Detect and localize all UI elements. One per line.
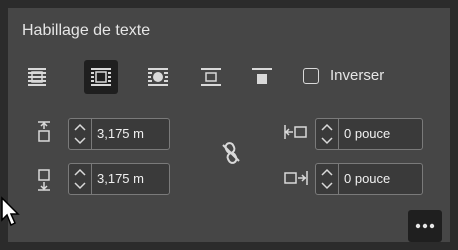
wrap-around-bounding-box-button[interactable] — [84, 60, 118, 94]
top-offset-icon — [38, 121, 50, 142]
stepper-arrows-icon — [321, 168, 333, 190]
top-offset-stepper[interactable] — [69, 119, 92, 149]
more-options-icon — [415, 223, 435, 229]
left-offset-icon — [284, 125, 307, 139]
left-offset-field[interactable]: 0 pouce — [315, 118, 423, 150]
make-all-settings-same-button[interactable] — [218, 140, 244, 166]
bottom-offset-icon — [38, 169, 50, 191]
left-offset-stepper[interactable] — [316, 119, 339, 149]
jump-object-button[interactable] — [194, 60, 228, 94]
jump-to-next-column-icon — [252, 68, 272, 84]
stepper-arrows-icon — [321, 123, 333, 145]
unlink-offsets-icon — [222, 142, 240, 164]
bottom-offset-value: 3,175 m — [97, 171, 144, 186]
mouse-cursor-icon — [1, 196, 20, 227]
top-offset-field[interactable]: 3,175 m — [68, 118, 170, 150]
right-offset-field[interactable]: 0 pouce — [315, 163, 423, 195]
wrap-around-object-shape-icon — [148, 68, 168, 86]
panel-gap-right — [450, 0, 458, 250]
stepper-arrows-icon — [74, 123, 86, 145]
wrap-around-object-shape-button[interactable] — [141, 60, 175, 94]
more-options-button[interactable] — [408, 210, 442, 242]
right-offset-value: 0 pouce — [344, 171, 391, 186]
bottom-offset-field[interactable]: 3,175 m — [68, 163, 170, 195]
wrap-around-bounding-box-icon — [91, 68, 111, 86]
bottom-offset-stepper[interactable] — [69, 164, 92, 194]
invert-label: Inverser — [330, 67, 385, 84]
jump-to-next-column-button[interactable] — [245, 60, 279, 94]
invert-checkbox[interactable] — [303, 68, 319, 84]
panel-gap-top — [0, 0, 458, 8]
panel-gap-bottom — [0, 242, 458, 250]
stepper-arrows-icon — [74, 168, 86, 190]
left-offset-value: 0 pouce — [344, 126, 391, 141]
panel-title: Habillage de texte — [22, 22, 151, 39]
right-offset-icon — [284, 171, 308, 185]
no-text-wrap-icon — [28, 68, 46, 86]
right-offset-stepper[interactable] — [316, 164, 339, 194]
no-text-wrap-button[interactable] — [20, 60, 54, 94]
top-offset-value: 3,175 m — [97, 126, 144, 141]
jump-object-icon — [201, 68, 221, 86]
